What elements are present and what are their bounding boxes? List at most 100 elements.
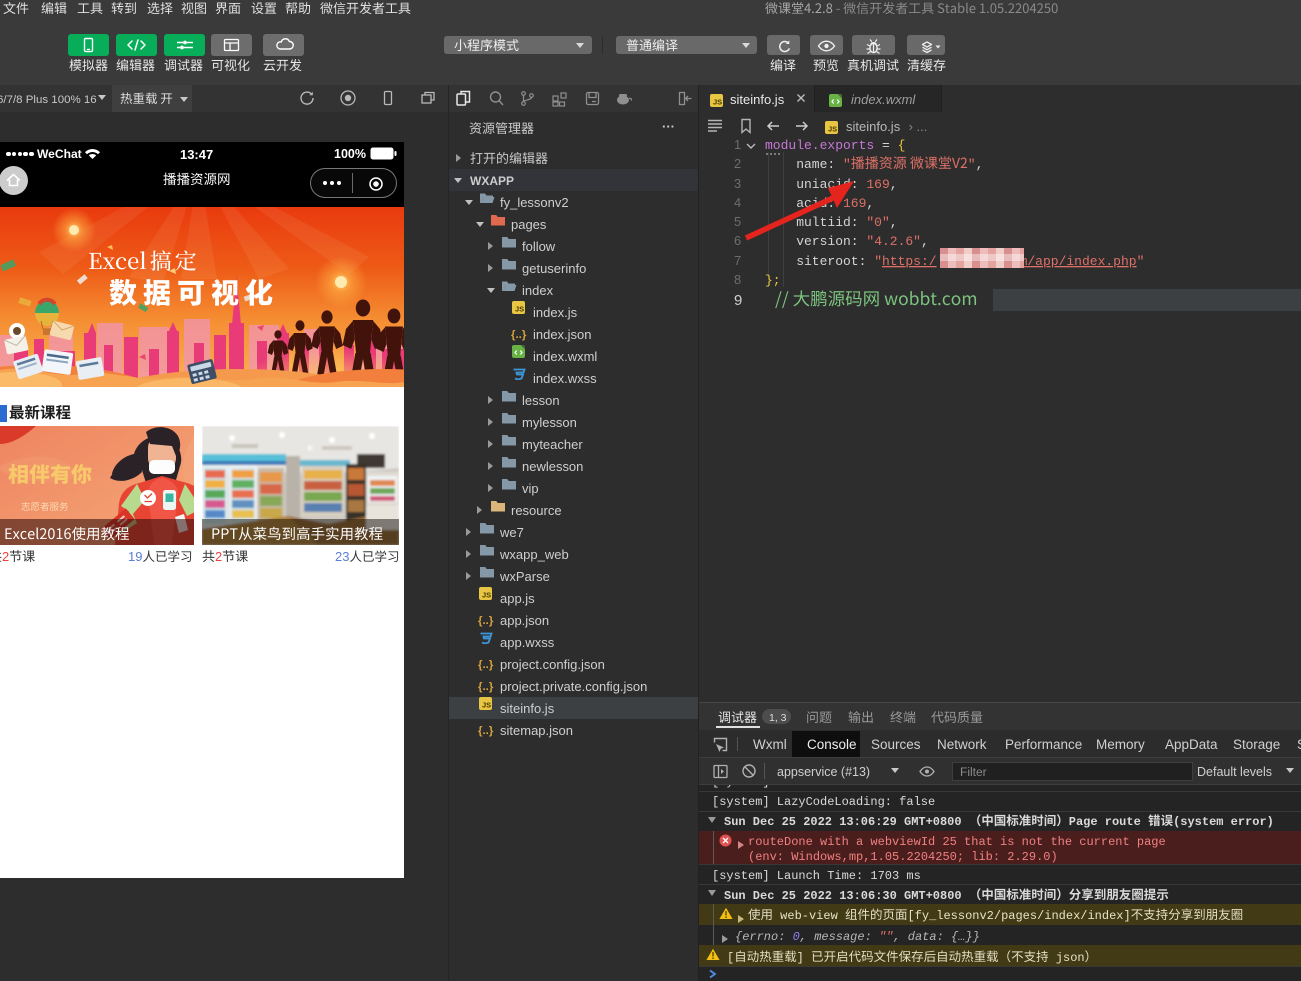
svg-text:app.js: app.js <box>500 591 535 606</box>
svg-text:{..}: {..} <box>478 659 494 671</box>
svg-text:project.config.json: project.config.json <box>500 657 605 672</box>
svg-text:]: ] <box>797 951 811 965</box>
svg-text:JS: JS <box>515 305 524 314</box>
svg-text:siteroot:: siteroot: <box>765 254 874 269</box>
svg-text:JS: JS <box>482 701 491 710</box>
svg-text:Storage: Storage <box>1233 737 1280 752</box>
svg-text:mylesson: mylesson <box>522 415 577 430</box>
svg-text:index.wxml: index.wxml <box>851 92 916 107</box>
svg-text:1, 3: 1, 3 <box>769 712 787 724</box>
svg-text:app.wxss: app.wxss <box>500 635 555 650</box>
svg-text:siteinfo.js: siteinfo.js <box>730 92 785 107</box>
svg-text:": " <box>874 254 882 269</box>
svg-text:wxParse: wxParse <box>499 569 550 584</box>
svg-text:2: 2 <box>734 156 741 171</box>
svg-text:m/app/index.php: m/app/index.php <box>1020 254 1137 269</box>
svg-text:lesson: lesson <box>522 393 560 408</box>
svg-text:,: , <box>921 234 929 249</box>
svg-text:WeChat: WeChat <box>37 147 82 161</box>
svg-text:Memory: Memory <box>1096 737 1145 752</box>
svg-text:0: 0 <box>793 930 800 944</box>
svg-text:iPhone 6/7/8 Plus 100% 16: iPhone 6/7/8 Plus 100% 16 <box>0 94 97 106</box>
svg-text:follow: follow <box>522 239 556 254</box>
svg-text:": " <box>968 157 976 172</box>
svg-text:JS: JS <box>713 98 722 107</box>
svg-text:": " <box>1137 254 1145 269</box>
svg-text:pages: pages <box>511 217 547 232</box>
svg-text:Default levels: Default levels <box>1197 765 1272 779</box>
svg-text:[system] LazyCodeLoading: fals: [system] LazyCodeLoading: false <box>712 795 935 809</box>
svg-text:siteinfo.js: siteinfo.js <box>500 701 555 716</box>
svg-text:=: = <box>874 138 897 153</box>
svg-text:Network: Network <box>937 737 987 752</box>
svg-text:index.json: index.json <box>533 327 592 342</box>
svg-text:(env: Windows,mp,1.05.2204250;: (env: Windows,mp,1.05.2204250; lib: 2.29… <box>748 850 1058 864</box>
svg-text:9: 9 <box>734 292 742 309</box>
svg-text:newlesson: newlesson <box>522 459 583 474</box>
svg-text:WXAPP: WXAPP <box>470 174 514 188</box>
svg-text:···: ··· <box>662 119 675 134</box>
svg-text:2: 2 <box>215 549 222 564</box>
svg-text:we7: we7 <box>499 525 524 540</box>
svg-text:100%: 100% <box>334 147 366 161</box>
svg-text:13:47: 13:47 <box>180 147 213 162</box>
svg-text:json: json <box>1049 951 1085 965</box>
svg-text:2: 2 <box>1 549 8 564</box>
svg-text:,: , <box>866 196 874 211</box>
svg-text:Page route: Page route <box>1069 815 1148 829</box>
svg-text:appservice (#13): appservice (#13) <box>777 765 870 779</box>
svg-text:vip: vip <box>522 481 539 496</box>
svg-text:{..}: {..} <box>478 725 494 737</box>
svg-text:8: 8 <box>734 272 741 287</box>
svg-text:23: 23 <box>335 549 350 564</box>
svg-text:Sun Dec 25 2022 13:06:30 GMT+0: Sun Dec 25 2022 13:06:30 GMT+0800 <box>724 889 969 903</box>
svg-text:› ...: › ... <box>905 119 927 134</box>
svg-text:{errno:: {errno: <box>735 930 793 944</box>
svg-text:169: 169 <box>866 177 889 192</box>
svg-text:Wxml: Wxml <box>753 737 787 752</box>
svg-text:"0": "0" <box>866 215 889 230</box>
svg-text:JS: JS <box>828 125 837 134</box>
svg-text:routeDone with a webviewId 25: routeDone with a webviewId 25 that is no… <box>748 835 1166 849</box>
svg-text:{: { <box>898 138 906 153</box>
svg-text:Performance: Performance <box>1005 737 1082 752</box>
svg-text:1: 1 <box>734 137 741 152</box>
svg-text:index.wxml: index.wxml <box>533 349 597 364</box>
svg-text:project.private.config.json: project.private.config.json <box>500 679 647 694</box>
svg-text:": " <box>843 157 851 172</box>
svg-text:,: , <box>890 177 898 192</box>
svg-text:getuserinfo: getuserinfo <box>522 261 586 276</box>
svg-text:index.js: index.js <box>533 305 578 320</box>
svg-text:[system] reLaunch:ok: [system] reLaunch:ok <box>712 785 856 789</box>
svg-text:Console: Console <box>807 737 857 752</box>
svg-text:AppData: AppData <box>1165 737 1218 752</box>
svg-text:https:/: https:/ <box>882 254 937 269</box>
svg-text:sitemap.json: sitemap.json <box>500 723 573 738</box>
svg-text:index.wxss: index.wxss <box>533 371 597 386</box>
svg-text:resource: resource <box>511 503 562 518</box>
svg-text:fy_lessonv2: fy_lessonv2 <box>500 195 569 210</box>
svg-text:[: [ <box>727 951 734 965</box>
svg-text:name:: name: <box>765 157 843 172</box>
svg-text:[fy_lessonv2/pages/index/index: [fy_lessonv2/pages/index/index] <box>907 909 1130 923</box>
svg-text:Sources: Sources <box>871 737 921 752</box>
svg-text:, message:: , message: <box>800 930 879 944</box>
svg-text:,: , <box>890 215 898 230</box>
svg-text:{..}: {..} <box>478 615 494 627</box>
svg-text:web-view: web-view <box>773 909 845 923</box>
svg-text:"": "" <box>879 930 893 944</box>
svg-text:myteacher: myteacher <box>522 437 583 452</box>
svg-text:index: index <box>522 283 554 298</box>
svg-text:JS: JS <box>482 591 491 600</box>
svg-text:[system] Launch Time: 1703 ms: [system] Launch Time: 1703 ms <box>712 869 921 883</box>
svg-text:(system error): (system error) <box>1173 815 1274 829</box>
svg-text:Filter: Filter <box>960 765 987 779</box>
svg-text:7: 7 <box>734 253 741 268</box>
svg-text:};: }; <box>765 273 781 288</box>
svg-text:{..}: {..} <box>478 681 494 693</box>
svg-text:"4.2.6": "4.2.6" <box>866 234 921 249</box>
svg-text:module.exports: module.exports <box>765 138 874 153</box>
svg-text:app.json: app.json <box>500 613 549 628</box>
svg-text:siteinfo.js: siteinfo.js <box>846 119 901 134</box>
svg-text:{..}: {..} <box>511 329 527 341</box>
